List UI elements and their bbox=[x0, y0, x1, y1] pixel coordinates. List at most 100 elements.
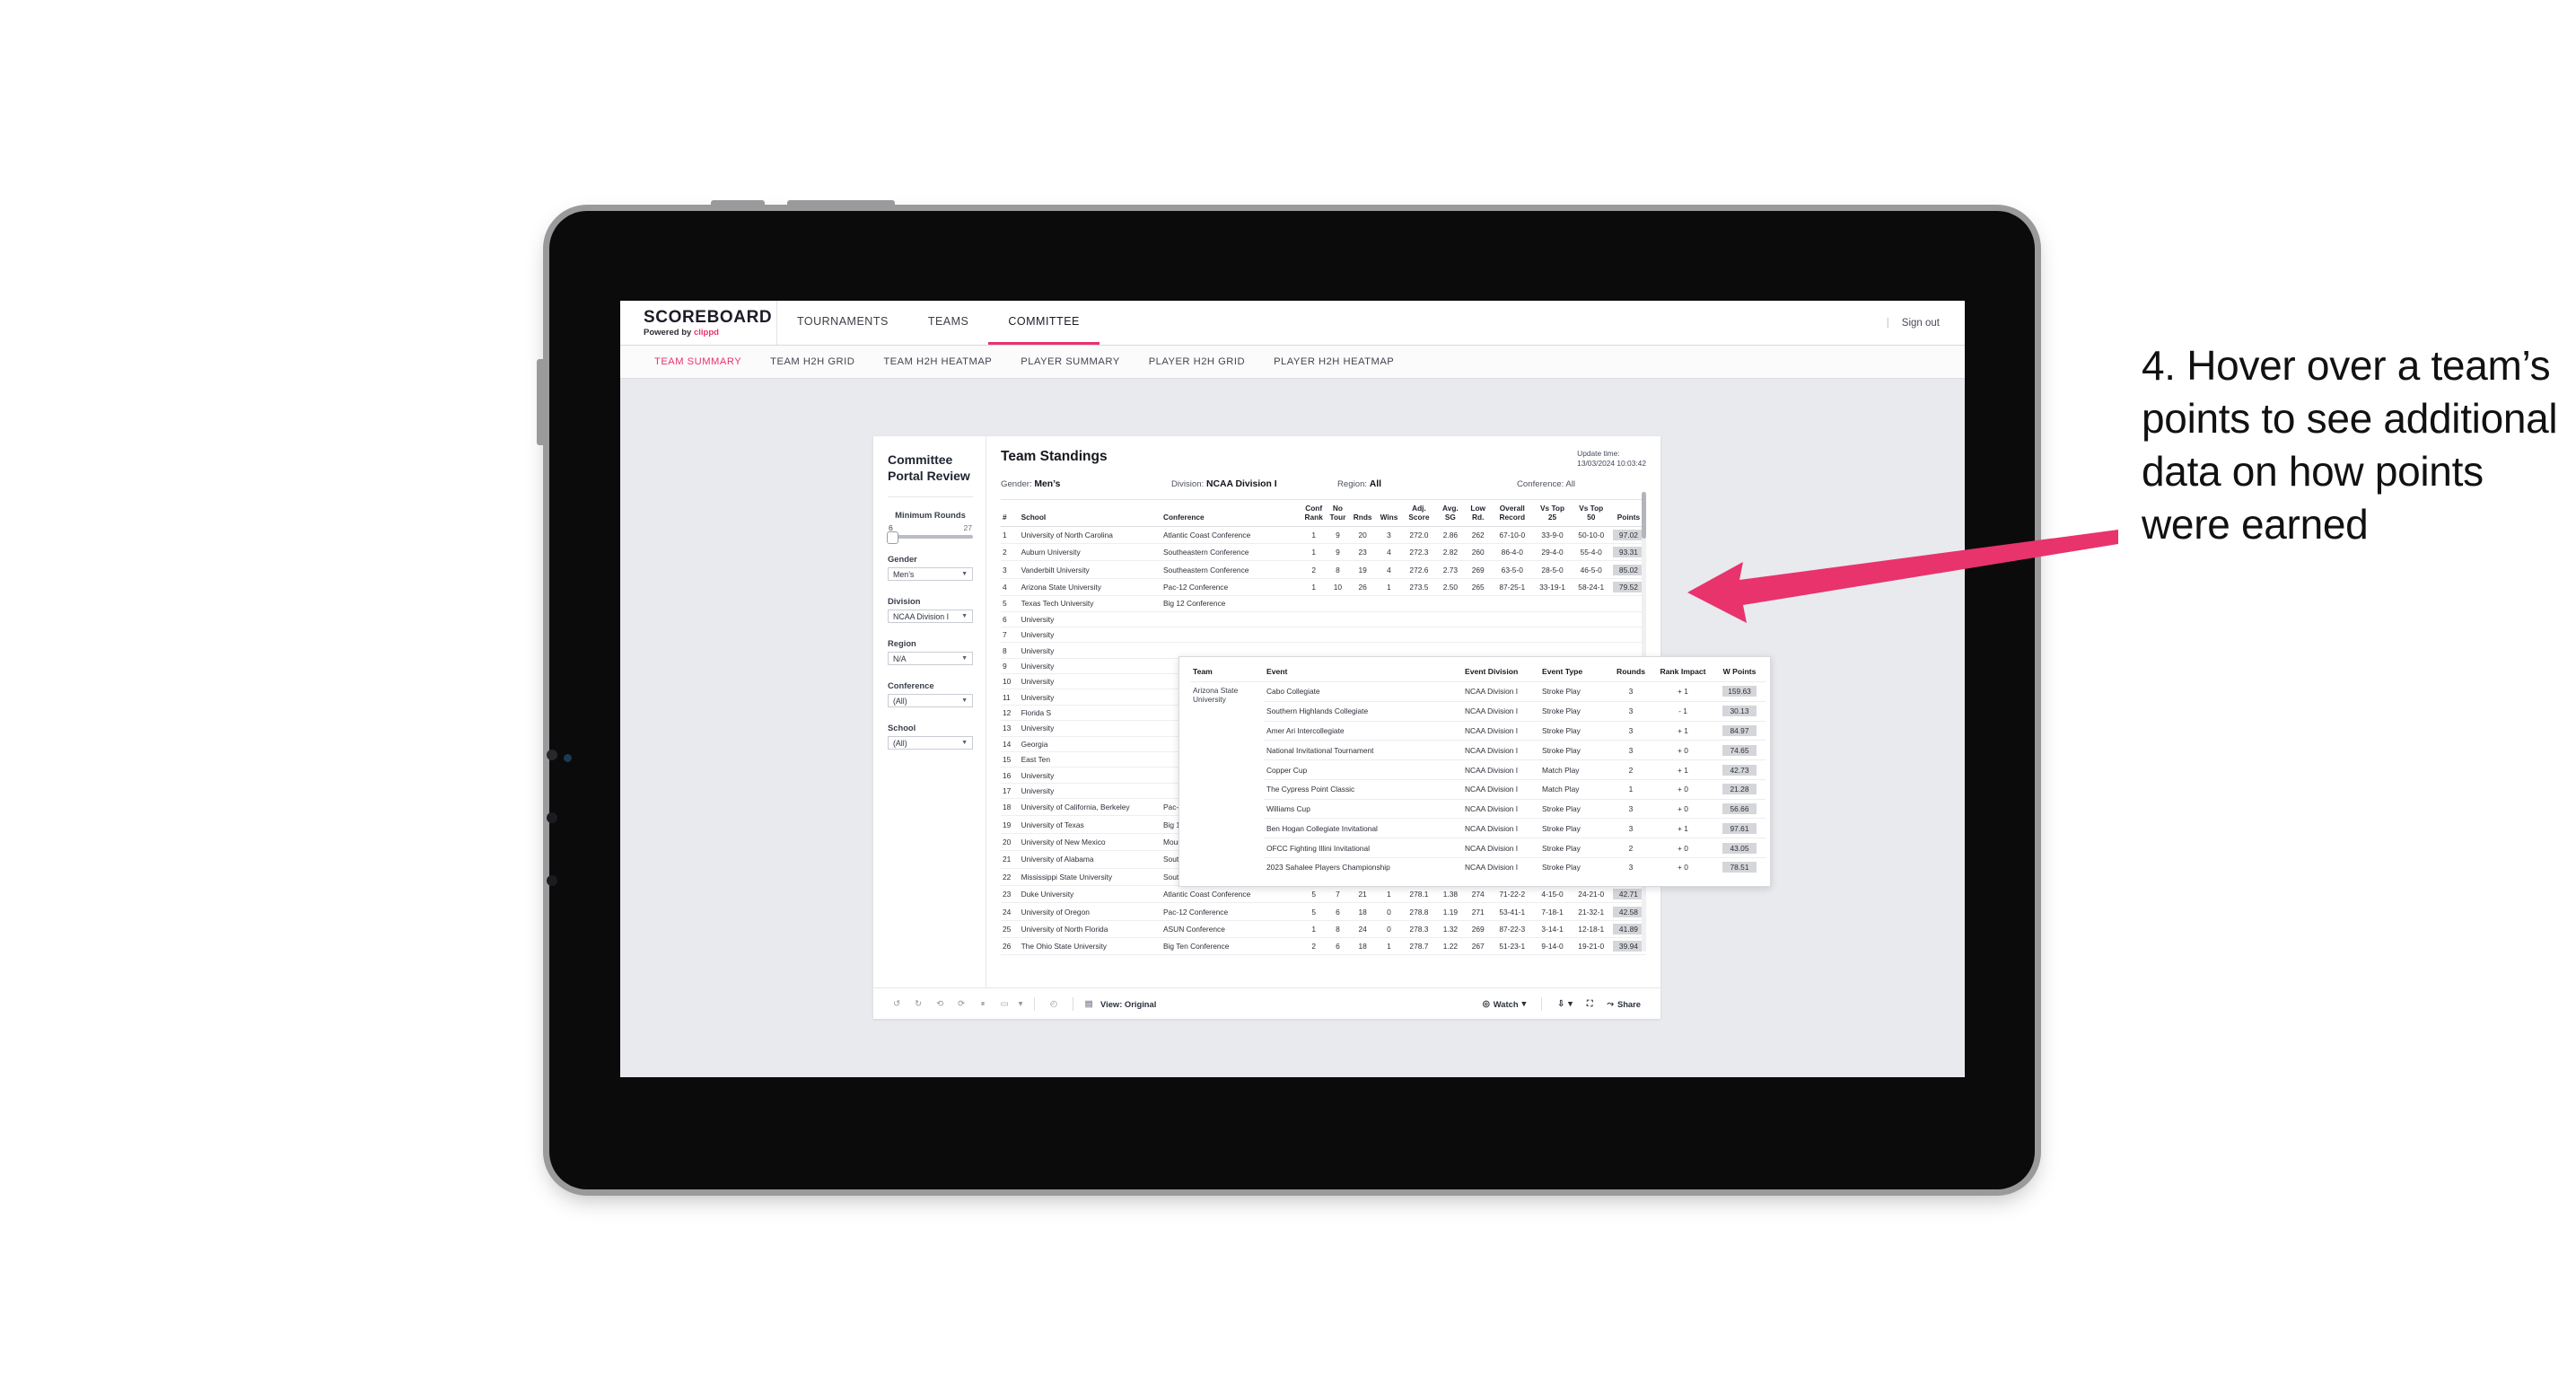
col-wins[interactable]: Wins bbox=[1375, 499, 1403, 527]
nav-item-committee[interactable]: COMMITTEE bbox=[988, 301, 1100, 345]
col-low-rd[interactable]: Low Rd. bbox=[1465, 499, 1492, 527]
tooltip-w-points-value: 78.51 bbox=[1722, 862, 1757, 873]
sign-out-link[interactable]: Sign out bbox=[1902, 318, 1940, 329]
fullscreen-button[interactable]: ⛶ bbox=[1580, 998, 1600, 1009]
table-row[interactable]: 7 University bbox=[1001, 627, 1646, 644]
rank-cell: 8 bbox=[1001, 642, 1020, 659]
division-select[interactable]: NCAA Division I ▼ bbox=[888, 610, 973, 623]
alerts-icon[interactable]: ◴ bbox=[1043, 993, 1065, 1014]
table-row[interactable]: 25 University of North Florida ASUN Confer… bbox=[1001, 920, 1646, 939]
tab-team-h2h-grid[interactable]: TEAM H2H GRID bbox=[756, 356, 869, 367]
rank-cell: 15 bbox=[1001, 751, 1020, 768]
conf-rank-cell: 1 bbox=[1301, 578, 1327, 597]
col-rnds[interactable]: Rnds bbox=[1349, 499, 1376, 527]
vs-top-50-cell bbox=[1571, 611, 1611, 627]
conference-cell: Pac-12 Conference bbox=[1161, 578, 1302, 597]
tab-player-h2h-heatmap[interactable]: PLAYER H2H HEATMAP bbox=[1259, 356, 1408, 367]
col-overall-record[interactable]: Overall Record bbox=[1491, 499, 1534, 527]
school-cell: The Ohio State University bbox=[1019, 937, 1161, 956]
tooltip-w-points-cell: 74.65 bbox=[1713, 740, 1766, 760]
tooltip-event-cell: Amer Ari Intercollegiate bbox=[1264, 720, 1462, 741]
fullscreen-icon: ⛶ bbox=[1586, 998, 1593, 1008]
conference-cell: Southeastern Conference bbox=[1161, 560, 1302, 579]
rnds-cell: 18 bbox=[1349, 937, 1376, 956]
tooltip-rounds-cell: 2 bbox=[1609, 759, 1652, 780]
table-row[interactable]: 1 University of North Carolina Atlantic Co… bbox=[1001, 526, 1646, 545]
chevron-down-icon: ▼ bbox=[961, 697, 968, 704]
min-rounds-label: Minimum Rounds bbox=[895, 510, 966, 520]
table-row[interactable]: 26 The Ohio State University Big Ten Confe… bbox=[1001, 937, 1646, 956]
conference-select[interactable]: (All) ▼ bbox=[888, 694, 973, 707]
pause-icon[interactable]: ⏸ bbox=[972, 993, 994, 1014]
refresh-icon[interactable]: ⟳ bbox=[951, 993, 972, 1014]
col-adj-score[interactable]: Adj. Score bbox=[1402, 499, 1436, 527]
view-original-button[interactable]: ▤ View: Original bbox=[1082, 993, 1157, 1014]
rank-cell: 19 bbox=[1001, 815, 1020, 834]
tab-player-h2h-grid[interactable]: PLAYER H2H GRID bbox=[1135, 356, 1259, 367]
tooltip-rank-impact-cell: + 0 bbox=[1652, 778, 1713, 800]
viz-body: Committee Portal Review Minimum Rounds 6… bbox=[873, 436, 1771, 987]
table-row[interactable]: 24 University of Oregon Pac-12 Conference 5… bbox=[1001, 902, 1646, 921]
low-rd-cell bbox=[1465, 595, 1492, 612]
col-avg-sg[interactable]: Avg. SG bbox=[1435, 499, 1466, 527]
rank-cell: 16 bbox=[1001, 767, 1020, 784]
conf-rank-cell bbox=[1301, 611, 1327, 627]
tab-team-h2h-heatmap[interactable]: TEAM H2H HEATMAP bbox=[869, 356, 1006, 367]
tooltip-row: Amer Ari Intercollegiate NCAA Division IS… bbox=[1190, 720, 1766, 741]
col-no-tour[interactable]: No Tour bbox=[1326, 499, 1350, 527]
nav-item-tournaments[interactable]: TOURNAMENTS bbox=[777, 301, 908, 345]
viz-toolbar-right: ◎ Watch ▾ ⇩ ▾ ⛶ ⤳ Share bbox=[1476, 996, 1648, 1011]
col-school[interactable]: School bbox=[1019, 499, 1161, 527]
adj-score-cell bbox=[1402, 595, 1436, 612]
download-button[interactable]: ⇩ ▾ bbox=[1550, 998, 1580, 1009]
tooltip-type-cell: Stroke Play bbox=[1539, 720, 1609, 741]
tooltip-rank-impact-cell: + 1 bbox=[1652, 720, 1713, 741]
school-select[interactable]: (All) ▼ bbox=[888, 736, 973, 750]
region-select[interactable]: N/A ▼ bbox=[888, 652, 973, 665]
tab-player-summary[interactable]: PLAYER SUMMARY bbox=[1006, 356, 1134, 367]
rnds-cell: 24 bbox=[1349, 920, 1376, 939]
low-rd-cell: 271 bbox=[1465, 902, 1492, 921]
school-cell: University of Oregon bbox=[1019, 902, 1161, 921]
brand-logo[interactable]: SCOREBOARD Powered by clippd bbox=[620, 301, 777, 345]
scrollbar-thumb[interactable] bbox=[1642, 492, 1646, 539]
gender-select[interactable]: Men’s ▼ bbox=[888, 567, 973, 581]
divider: | bbox=[1886, 317, 1889, 329]
tab-team-summary[interactable]: TEAM SUMMARY bbox=[640, 356, 756, 367]
tooltip-row: OFCC Fighting Illini Invitational NCAA Di… bbox=[1190, 838, 1766, 858]
chevron-down-icon[interactable]: ▾ bbox=[1015, 993, 1026, 1014]
table-row[interactable]: 5 Texas Tech University Big 12 Conference bbox=[1001, 595, 1646, 612]
min-rounds-slider[interactable] bbox=[887, 531, 973, 544]
table-row[interactable]: 23 Duke University Atlantic Coast Conferen… bbox=[1001, 885, 1646, 904]
share-button[interactable]: ⤳ Share bbox=[1599, 998, 1648, 1009]
col-rank[interactable]: # bbox=[1001, 499, 1020, 527]
low-rd-cell: 265 bbox=[1465, 578, 1492, 597]
undo-icon[interactable]: ↺ bbox=[886, 993, 907, 1014]
col-conf-rank[interactable]: Conf Rank bbox=[1301, 499, 1327, 527]
divider bbox=[888, 496, 973, 497]
tooltip-event-cell: Cabo Collegiate bbox=[1264, 681, 1462, 702]
col-conference[interactable]: Conference bbox=[1161, 499, 1302, 527]
col-vs-top-50[interactable]: Vs Top 50 bbox=[1571, 499, 1611, 527]
no-tour-cell: 6 bbox=[1326, 937, 1350, 956]
tooltip-type-cell: Stroke Play bbox=[1539, 838, 1609, 858]
table-row[interactable]: 2 Auburn University Southeastern Conferenc… bbox=[1001, 543, 1646, 562]
school-cell: East Ten bbox=[1019, 751, 1161, 768]
callout-text: 4. Hover over a team’s points to see add… bbox=[2142, 342, 2558, 548]
slider-handle[interactable] bbox=[887, 531, 898, 544]
table-row[interactable]: 6 University bbox=[1001, 611, 1646, 627]
view-shape-icon[interactable]: ▭ bbox=[994, 993, 1015, 1014]
watch-button[interactable]: ◎ Watch ▾ bbox=[1476, 998, 1534, 1009]
tooltip-division-cell: NCAA Division I bbox=[1462, 857, 1539, 877]
table-row[interactable]: 3 Vanderbilt University Southeastern Confe… bbox=[1001, 560, 1646, 579]
revert-icon[interactable]: ⟲ bbox=[929, 993, 951, 1014]
points-value: 42.71 bbox=[1612, 889, 1644, 900]
tooltip-rounds-cell: 3 bbox=[1609, 700, 1652, 722]
redo-icon[interactable]: ↻ bbox=[907, 993, 929, 1014]
conf-rank-cell: 1 bbox=[1301, 920, 1327, 939]
avg-sg-cell: 1.32 bbox=[1435, 920, 1466, 939]
watch-icon: ◎ bbox=[1482, 998, 1490, 1008]
nav-item-teams[interactable]: TEAMS bbox=[908, 301, 989, 345]
col-vs-top-25[interactable]: Vs Top 25 bbox=[1533, 499, 1572, 527]
table-row[interactable]: 4 Arizona State University Pac-12 Conferen… bbox=[1001, 578, 1646, 597]
